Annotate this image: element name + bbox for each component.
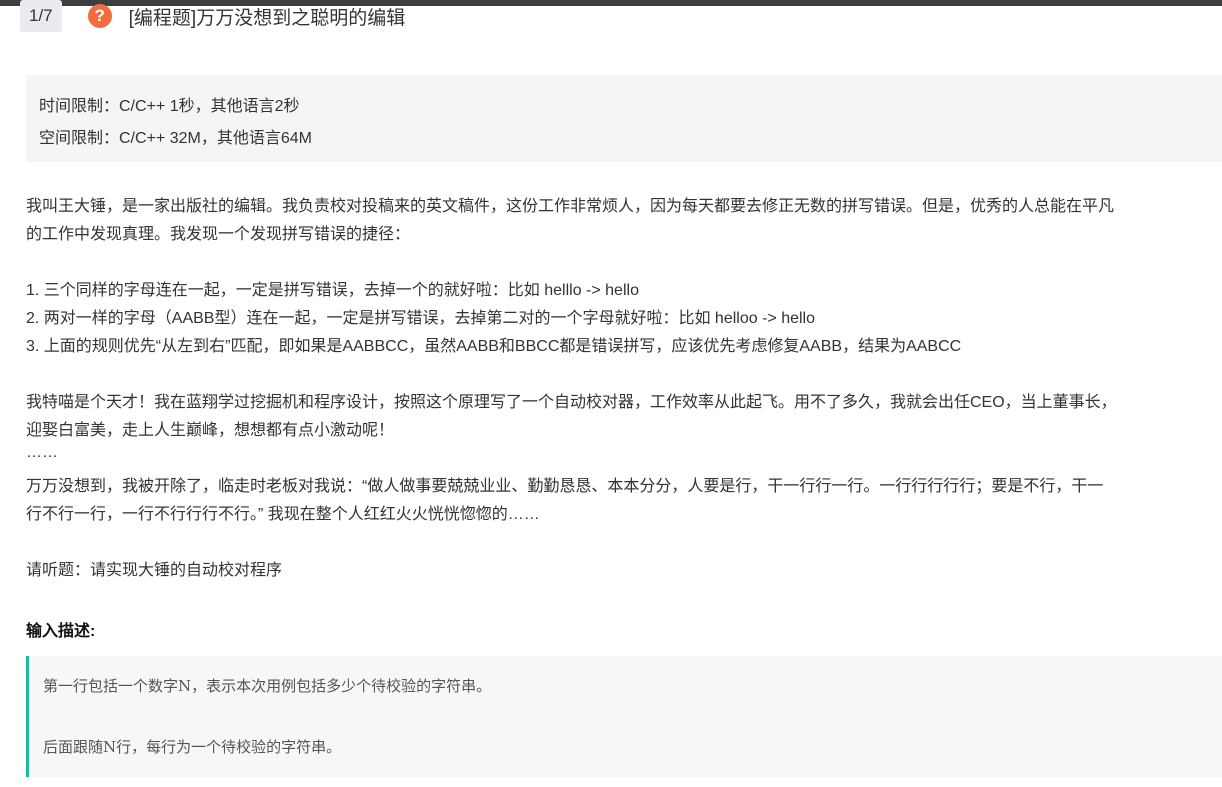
limits-box: 时间限制：C/C++ 1秒，其他语言2秒 空间限制：C/C++ 32M，其他语言… xyxy=(26,75,1222,162)
genius-line-2: 迎娶白富美，走上人生巅峰，想想都有点小激动呢！ xyxy=(26,422,395,439)
input-description-line-1: 第一行包括一个数字N，表示本次用例包括多少个待校验的字符串。 xyxy=(43,677,492,695)
fired-line-2: 行不行一行，一行不行行行不行。” 我现在整个人红红火火恍恍惚惚的…… xyxy=(26,506,540,523)
input-description-box: 第一行包括一个数字N，表示本次用例包括多少个待校验的字符串。 后面跟随N行，每行… xyxy=(26,656,1222,777)
question-header: 1/7 ? [编程题]万万没想到之聪明的编辑 xyxy=(20,0,405,32)
question-counter: 1/7 xyxy=(20,0,62,32)
genius-line-1: 我特喵是个天才！我在蓝翔学过挖掘机和程序设计，按照这个原理写了一个自动校对器，工… xyxy=(26,394,1117,411)
rule-2: 2. 两对一样的字母（AABB型）连在一起，一定是拼写错误，去掉第二对的一个字母… xyxy=(26,310,815,327)
input-description-heading: 输入描述: xyxy=(26,623,96,640)
space-limit: 空间限制：C/C++ 32M，其他语言64M xyxy=(39,130,312,147)
time-limit: 时间限制：C/C++ 1秒，其他语言2秒 xyxy=(39,98,300,115)
question-mark-icon[interactable]: ? xyxy=(87,4,112,28)
rule-1: 1. 三个同样的字母连在一起，一定是拼写错误，去掉一个的就好啦：比如 helll… xyxy=(26,282,639,299)
rule-3: 3. 上面的规则优先“从左到右”匹配，即如果是AABBCC，虽然AABB和BBC… xyxy=(26,338,962,355)
request-text: 请听题：请实现大锤的自动校对程序 xyxy=(26,562,283,579)
input-description-line-2: 后面跟随N行，每行为一个待校验的字符串。 xyxy=(43,738,342,756)
ellipsis-text: …… xyxy=(26,444,58,461)
fired-line-1: 万万没想到，我被开除了，临走时老板对我说：“做人做事要兢兢业业、勤勤恳恳、本本分… xyxy=(26,478,1104,495)
question-title: [编程题]万万没想到之聪明的编辑 xyxy=(128,7,406,29)
intro-line-1: 我叫王大锤，是一家出版社的编辑。我负责校对投稿来的英文稿件，这份工作非常烦人，因… xyxy=(26,198,1115,215)
intro-line-2: 的工作中发现真理。我发现一个发现拼写错误的捷径： xyxy=(26,226,411,243)
